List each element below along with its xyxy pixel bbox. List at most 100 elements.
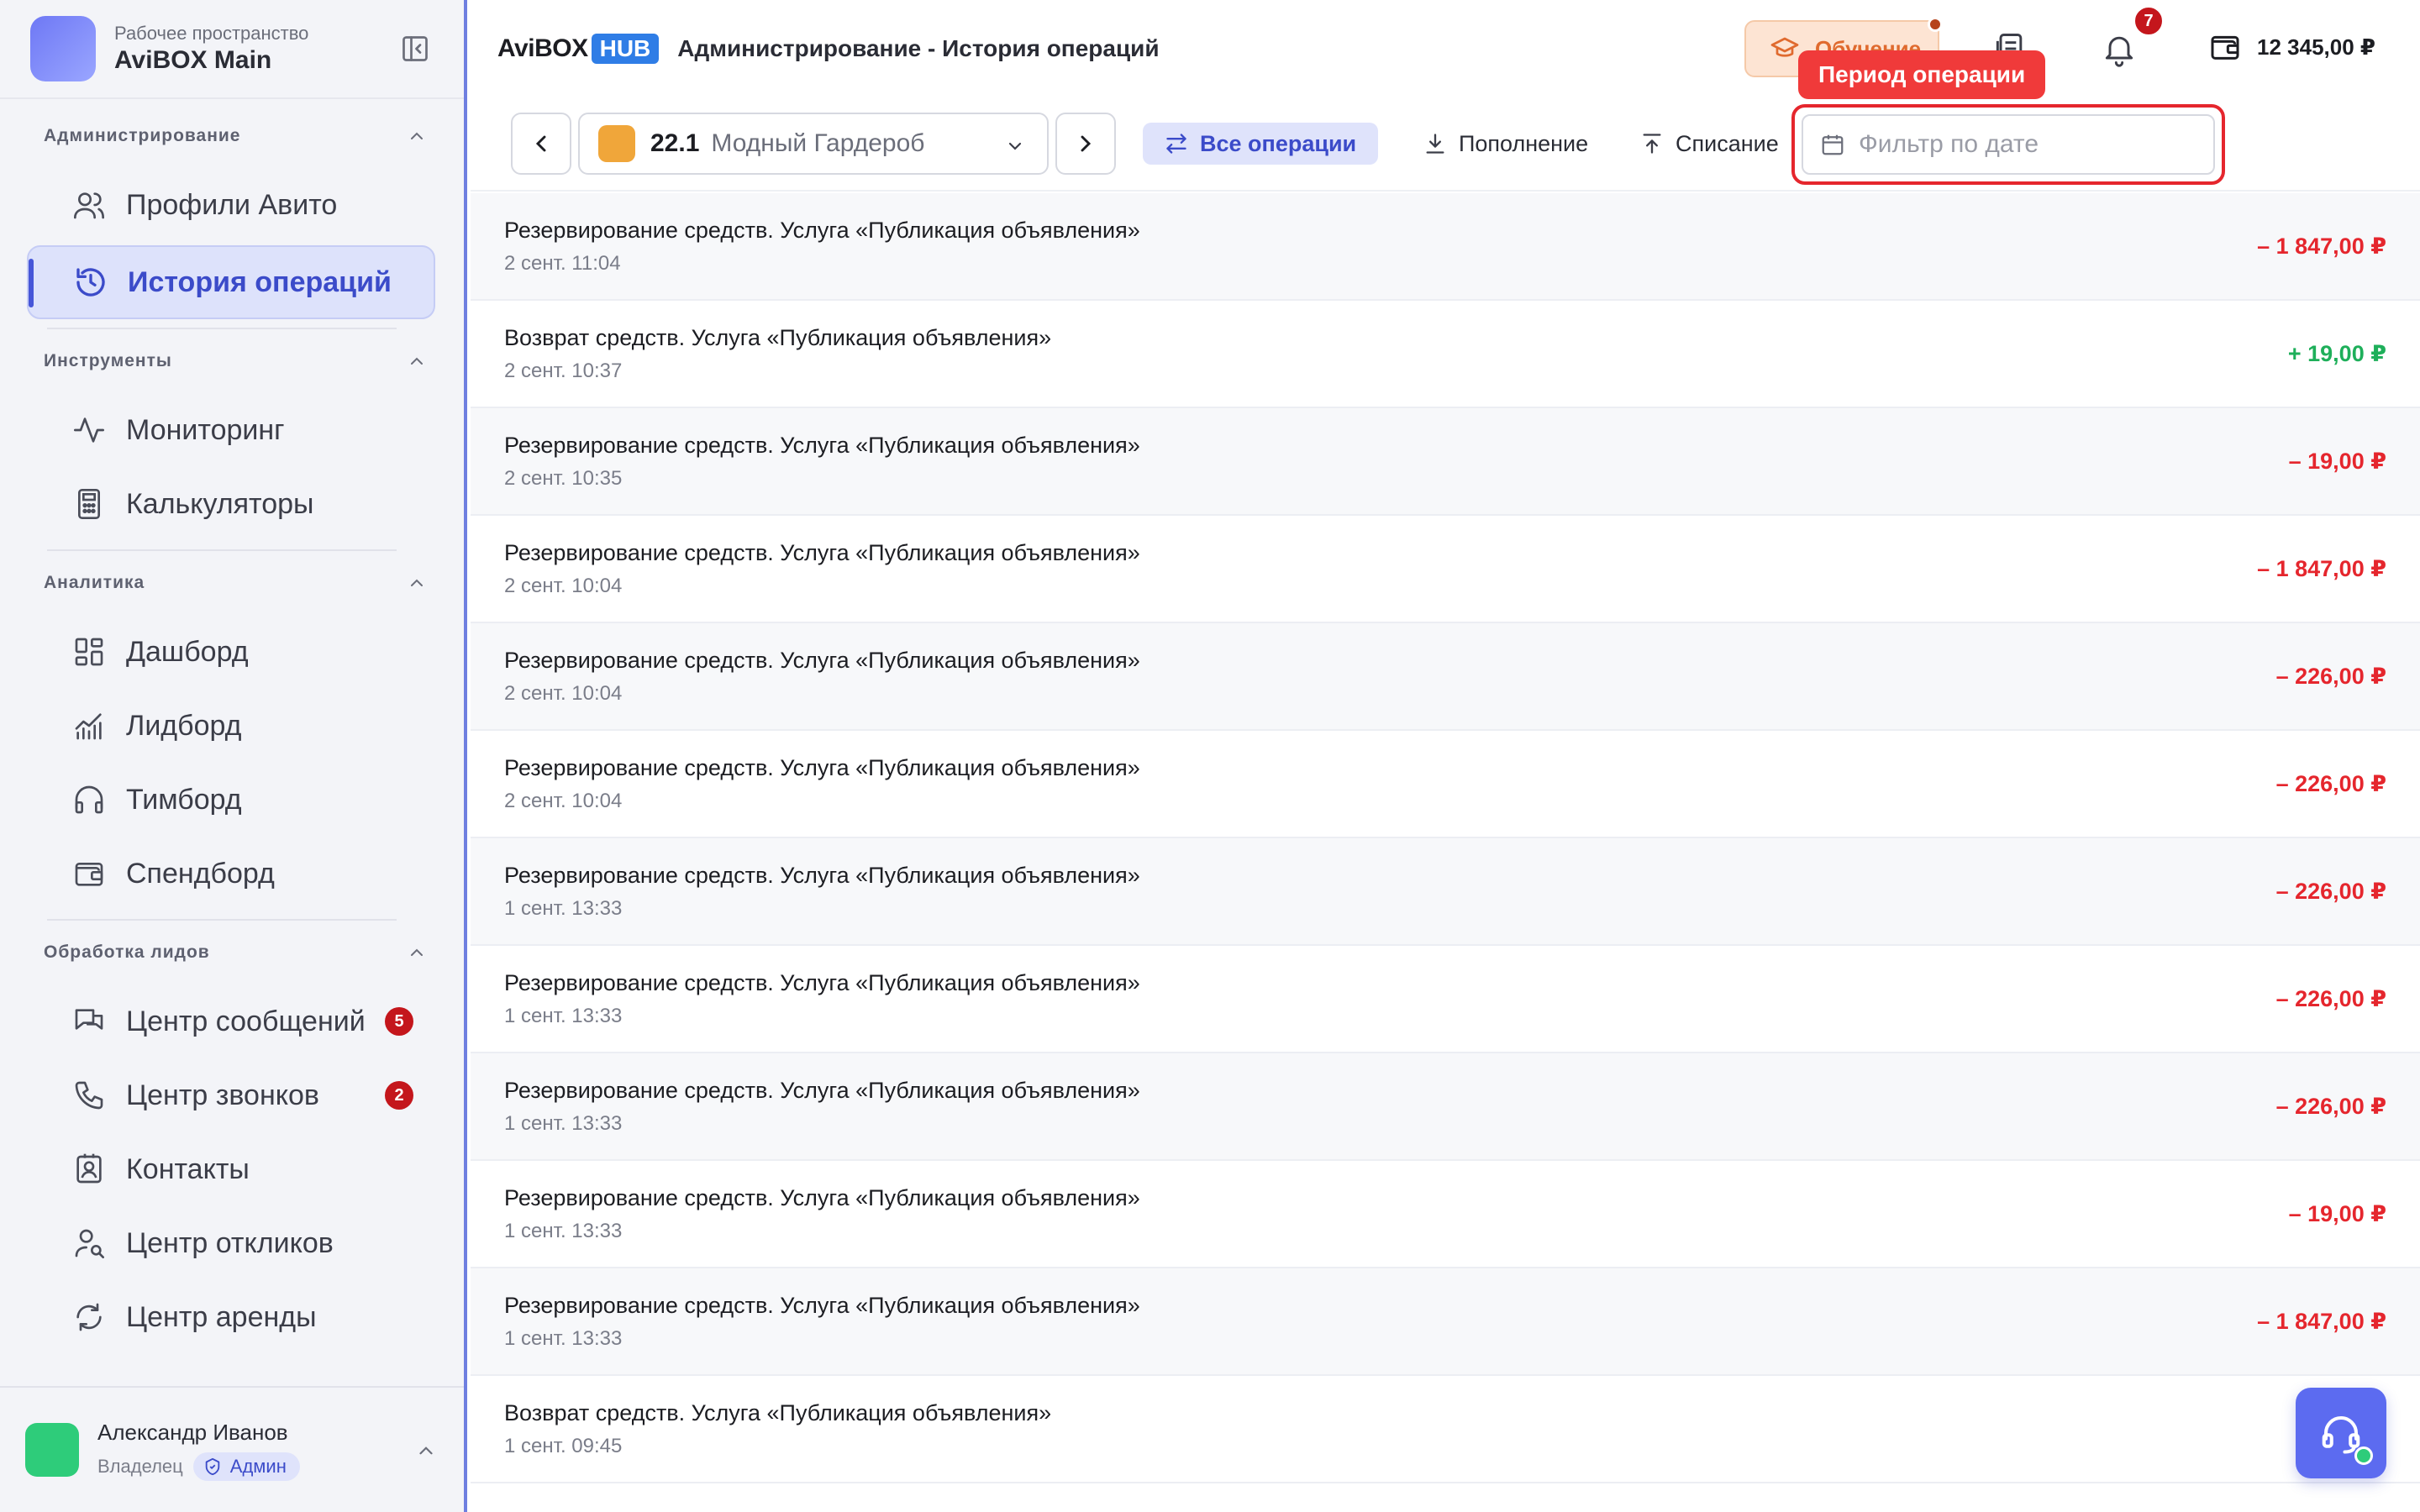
table-row[interactable]: Резервирование средств. Услуга «Публикац… (471, 838, 2420, 946)
table-row[interactable]: Возврат средств. Услуга «Публикация объя… (471, 1376, 2420, 1483)
chevron-up-icon (407, 351, 427, 371)
table-row[interactable]: Резервирование средств. Услуга «Публикац… (471, 408, 2420, 516)
table-row[interactable]: Резервирование средств. Услуга «Публикац… (471, 623, 2420, 731)
sidebar-item-label: Мониторинг (126, 413, 285, 446)
logo-text: AviBOX (497, 34, 588, 62)
sidebar-item-calculators[interactable]: Калькуляторы (27, 467, 435, 541)
chevron-left-icon (528, 130, 555, 157)
sidebar-item-monitoring[interactable]: Мониторинг (27, 393, 435, 467)
operation-date: 2 сент. 10:37 (504, 359, 623, 382)
chevron-up-icon[interactable] (415, 1440, 437, 1462)
sidebar-item-call-center[interactable]: Центр звонков 2 (27, 1058, 435, 1132)
operation-amount: – 226,00 ₽ (2275, 771, 2386, 796)
wallet-icon (71, 855, 108, 892)
workspace-label: Рабочее пространство (114, 23, 309, 44)
history-icon (72, 264, 109, 301)
sidebar-item-label: Центр сообщений (126, 1005, 366, 1037)
sidebar-item-contacts[interactable]: Контакты (27, 1132, 435, 1206)
sidebar-item-teamboard[interactable]: Тимборд (27, 763, 435, 837)
date-filter-input[interactable] (1859, 130, 2178, 159)
section-title: Обработка лидов (44, 942, 210, 962)
avatar (25, 1423, 79, 1477)
chevron-down-icon (1005, 136, 1025, 156)
operation-amount: – 1 847,00 ₽ (2257, 1309, 2386, 1334)
section-administration[interactable]: Администрирование (0, 104, 464, 168)
operation-amount: – 226,00 ₽ (2275, 664, 2386, 689)
refresh-icon (71, 1299, 108, 1336)
sidebar-item-label: Калькуляторы (126, 487, 314, 520)
sidebar-item-spendboard[interactable]: Спендборд (27, 837, 435, 911)
table-row[interactable]: Резервирование средств. Услуга «Публикац… (471, 946, 2420, 1053)
next-account-button[interactable] (1055, 113, 1116, 175)
balance-widget[interactable]: 12 345,00 ₽ (2208, 30, 2375, 64)
tab-all-operations[interactable]: Все операции (1143, 123, 1379, 165)
table-row[interactable]: Резервирование средств. Услуга «Публикац… (471, 193, 2420, 301)
dashboard-icon (71, 633, 108, 670)
sidebar-item-label: Центр аренды (126, 1300, 317, 1333)
operation-title: Резервирование средств. Услуга «Публикац… (504, 1292, 1140, 1318)
sidebar-item-label: Контакты (126, 1152, 250, 1185)
graduation-cap-icon (1770, 34, 1800, 64)
operation-amount: – 1 847,00 ₽ (2257, 556, 2386, 581)
chevron-up-icon (407, 942, 427, 963)
prev-account-button[interactable] (511, 113, 571, 175)
sidebar-item-label: Дашборд (126, 635, 249, 668)
tab-deposits[interactable]: Пополнение (1402, 123, 1610, 165)
operation-date: 1 сент. 13:33 (504, 1004, 623, 1027)
contacts-icon (71, 1151, 108, 1188)
online-status-dot (2354, 1446, 2373, 1465)
operation-date: 2 сент. 10:35 (504, 466, 623, 490)
section-lead-processing[interactable]: Обработка лидов (0, 921, 464, 984)
table-row[interactable]: Резервирование средств. Услуга «Публикац… (471, 731, 2420, 838)
workspace-switcher[interactable]: Рабочее пространство AviBOX Main (0, 0, 464, 99)
sidebar-item-dashboard[interactable]: Дашборд (27, 615, 435, 689)
operations-list: Резервирование средств. Услуга «Публикац… (471, 193, 2420, 1512)
section-tools[interactable]: Инструменты (0, 329, 464, 393)
date-filter-field[interactable] (1802, 114, 2215, 175)
operation-date: 1 сент. 13:33 (504, 1219, 623, 1242)
operation-title: Резервирование средств. Услуга «Публикац… (504, 862, 1140, 888)
calendar-icon (1820, 132, 1845, 157)
chevron-right-icon (1072, 130, 1099, 157)
date-filter-tooltip: Период операции (1798, 50, 2046, 99)
sidebar-item-responses-center[interactable]: Центр откликов (27, 1206, 435, 1280)
messages-icon (71, 1003, 108, 1040)
account-select[interactable]: 22.1 Модный Гардероб (578, 113, 1049, 175)
user-profile[interactable]: Александр Иванов Владелец Админ (0, 1386, 464, 1512)
support-chat-button[interactable] (2296, 1388, 2386, 1478)
user-name: Александр Иванов (97, 1419, 288, 1445)
tab-label: Списание (1676, 130, 1779, 156)
sidebar-collapse-icon[interactable] (400, 34, 430, 64)
operation-title: Резервирование средств. Услуга «Публикац… (504, 969, 1140, 995)
tab-withdrawals[interactable]: Списание (1618, 123, 1801, 165)
app-logo[interactable]: AviBOX HUB (497, 34, 660, 64)
chevron-up-icon (407, 573, 427, 593)
workspace-avatar (30, 16, 96, 81)
table-row[interactable]: Резервирование средств. Услуга «Публикац… (471, 1053, 2420, 1161)
table-row[interactable]: Резервирование средств. Услуга «Публикац… (471, 1161, 2420, 1268)
download-icon (1423, 132, 1447, 155)
bell-icon[interactable] (2101, 30, 2138, 67)
sidebar-item-message-center[interactable]: Центр сообщений 5 (27, 984, 435, 1058)
sidebar-item-leadboard[interactable]: Лидборд (27, 689, 435, 763)
table-row[interactable]: Резервирование средств. Услуга «Публикац… (471, 516, 2420, 623)
sidebar-item-label: Центр откликов (126, 1226, 334, 1259)
sidebar-item-avito-profiles[interactable]: Профили Авито (27, 168, 435, 242)
wallet-icon (2208, 30, 2242, 64)
table-row[interactable]: Возврат средств. Услуга «Публикация объя… (471, 301, 2420, 408)
operation-amount: – 1 847,00 ₽ (2257, 234, 2386, 259)
missed-calls-badge: 2 (385, 1081, 413, 1110)
admin-badge: Админ (192, 1452, 300, 1481)
section-title: Администрирование (44, 126, 241, 145)
operation-amount: + 19,00 ₽ (2287, 341, 2386, 366)
filters-bar: 22.1 Модный Гардероб Все операции Пополн… (471, 97, 2420, 192)
operation-amount: – 226,00 ₽ (2275, 879, 2386, 904)
section-analytics[interactable]: Аналитика (0, 551, 464, 615)
user-search-icon (71, 1225, 108, 1262)
sidebar-item-operations-history[interactable]: История операций (27, 245, 435, 319)
sidebar-item-rental-center[interactable]: Центр аренды (27, 1280, 435, 1354)
sidebar-item-label: Спендборд (126, 857, 275, 890)
table-row[interactable]: Резервирование средств. Услуга «Публикац… (471, 1268, 2420, 1376)
sidebar-item-label: Центр звонков (126, 1079, 319, 1111)
upload-icon (1640, 132, 1664, 155)
